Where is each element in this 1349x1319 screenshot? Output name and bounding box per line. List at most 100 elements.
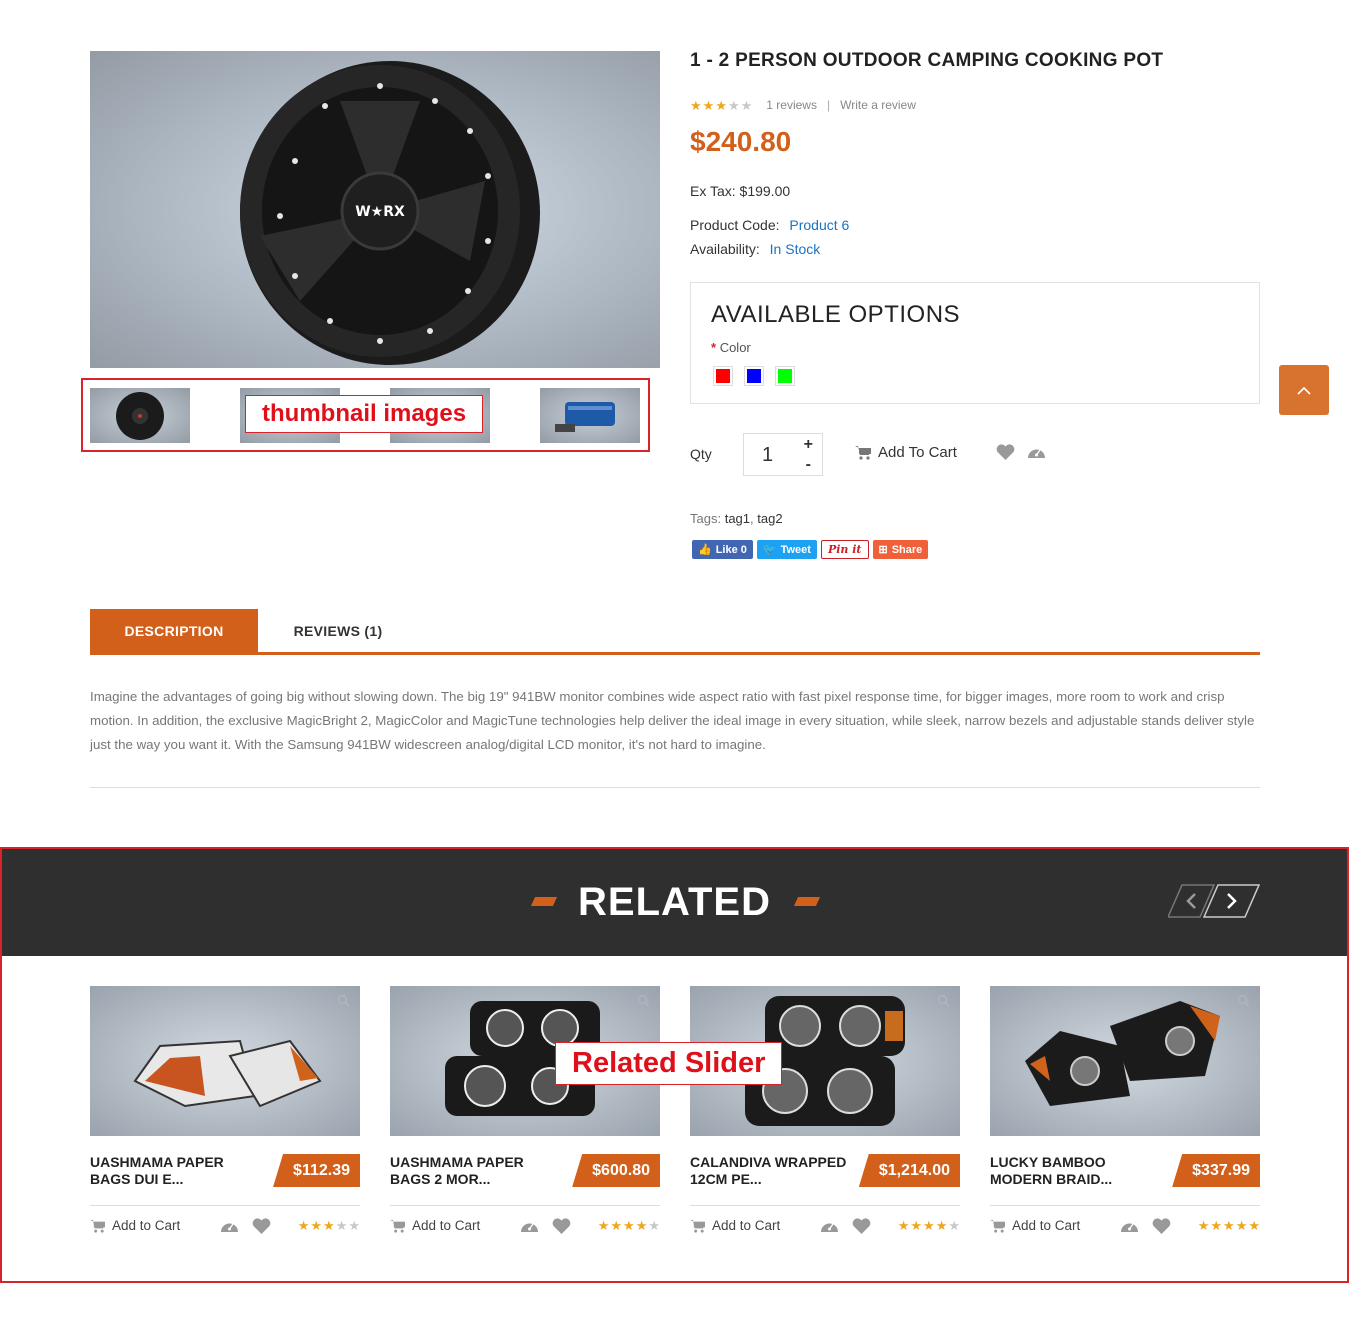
wheel-logo: W★RX bbox=[355, 204, 405, 220]
availability-value: In Stock bbox=[769, 241, 821, 257]
card-divider bbox=[390, 1205, 660, 1206]
wishlist-heart-icon[interactable] bbox=[252, 1218, 271, 1240]
chevron-up-icon bbox=[1297, 386, 1311, 395]
pinterest-pin-label: Pin it bbox=[827, 543, 862, 556]
related-product-image[interactable] bbox=[90, 986, 360, 1136]
product-rating-row: ★ ★ ★ ★ ★ 1 reviews | Write a review bbox=[690, 98, 916, 112]
related-rating-stars: ★ ★ ★ ★ ★ bbox=[898, 1219, 960, 1232]
availability-label: Availability: bbox=[690, 241, 760, 257]
tab-reviews[interactable]: REVIEWS (1) bbox=[258, 609, 418, 652]
qty-label: Qty bbox=[690, 446, 712, 462]
compare-gauge-icon[interactable] bbox=[820, 1218, 839, 1240]
related-price-badge: $112.39 bbox=[273, 1154, 360, 1187]
wishlist-heart-icon[interactable] bbox=[552, 1218, 571, 1240]
product-name-line-1: LUCKY BAMBOO bbox=[990, 1154, 1106, 1170]
quantity-stepper[interactable]: 1 + - bbox=[743, 433, 823, 476]
related-product-name[interactable]: UASHMAMA PAPER BAGS DUI E... bbox=[90, 1154, 260, 1188]
main-product-image[interactable]: W★RX bbox=[90, 51, 660, 368]
twitter-bird-icon: 🐦 bbox=[762, 544, 777, 556]
magnifier-icon[interactable] bbox=[337, 994, 350, 1012]
related-add-to-cart-button[interactable]: Add to Cart bbox=[990, 1218, 1080, 1233]
add-to-cart-button[interactable]: Add To Cart bbox=[855, 444, 957, 461]
scroll-to-top-button[interactable] bbox=[1279, 365, 1329, 415]
compare-gauge-icon[interactable] bbox=[1027, 444, 1046, 466]
tags-label: Tags: bbox=[690, 511, 722, 526]
star-icon: ★ bbox=[635, 1218, 648, 1233]
reviews-count-link[interactable]: 1 reviews bbox=[766, 98, 817, 112]
tab-description[interactable]: DESCRIPTION bbox=[90, 609, 258, 652]
compare-gauge-icon[interactable] bbox=[520, 1218, 539, 1240]
compare-gauge-icon[interactable] bbox=[1120, 1218, 1139, 1240]
facebook-like-button[interactable]: 👍 Like 0 bbox=[692, 540, 753, 559]
related-annotation-label: Related Slider bbox=[555, 1042, 783, 1085]
wishlist-heart-icon[interactable] bbox=[1152, 1218, 1171, 1240]
related-product-name[interactable]: LUCKY BAMBOO MODERN BRAID... bbox=[990, 1154, 1160, 1188]
magnifier-icon[interactable] bbox=[1237, 994, 1250, 1012]
star-icon: ★ bbox=[597, 1218, 610, 1233]
rating-separator: | bbox=[826, 98, 831, 112]
related-add-to-cart-button[interactable]: Add to Cart bbox=[690, 1218, 780, 1233]
related-product-name[interactable]: CALANDIVA WRAPPED 12CM PE... bbox=[690, 1154, 860, 1188]
available-options-panel: AVAILABLE OPTIONS * Color bbox=[690, 282, 1260, 404]
wishlist-heart-icon[interactable] bbox=[996, 444, 1015, 466]
add-to-cart-label: Add to Cart bbox=[412, 1218, 481, 1233]
compare-gauge-icon[interactable] bbox=[220, 1218, 239, 1240]
star-icon: ★ bbox=[348, 1218, 360, 1233]
magnifier-icon[interactable] bbox=[637, 994, 650, 1012]
wishlist-heart-icon[interactable] bbox=[852, 1218, 871, 1240]
star-icon: ★ bbox=[702, 97, 715, 113]
related-rating-stars: ★ ★ ★ ★ ★ bbox=[598, 1219, 660, 1232]
star-icon: ★ bbox=[1235, 1218, 1248, 1233]
color-swatch-blue[interactable] bbox=[744, 366, 764, 386]
tag-separator: , bbox=[750, 511, 754, 526]
star-icon: ★ bbox=[897, 1218, 910, 1233]
product-tabs: DESCRIPTION REVIEWS (1) bbox=[90, 609, 1260, 655]
color-label-text: Color bbox=[719, 340, 751, 355]
qty-decrease-button[interactable]: - bbox=[806, 456, 811, 474]
product-code-value[interactable]: Product 6 bbox=[789, 217, 849, 233]
share-button[interactable]: ⊞ Share bbox=[872, 540, 929, 559]
card-divider bbox=[90, 1205, 360, 1206]
cart-icon bbox=[90, 1219, 105, 1233]
star-icon: ★ bbox=[727, 97, 740, 113]
related-add-to-cart-button[interactable]: Add to Cart bbox=[90, 1218, 180, 1233]
star-icon: ★ bbox=[948, 1218, 960, 1233]
color-swatch-red[interactable] bbox=[713, 366, 733, 386]
tag-link-1[interactable]: tag1 bbox=[725, 511, 750, 526]
related-product-name[interactable]: UASHMAMA PAPER BAGS 2 MOR... bbox=[390, 1154, 560, 1188]
product-name-line-2: BAGS DUI E... bbox=[90, 1171, 184, 1187]
write-review-link[interactable]: Write a review bbox=[840, 98, 916, 112]
add-to-cart-label: Add to Cart bbox=[712, 1218, 781, 1233]
color-option-label: * Color bbox=[711, 340, 751, 355]
availability-row: Availability: In Stock bbox=[690, 241, 820, 257]
product-name-line-1: UASHMAMA PAPER bbox=[390, 1154, 524, 1170]
product-name-line-1: CALANDIVA WRAPPED bbox=[690, 1154, 847, 1170]
thumbnail-annotation-label: thumbnail images bbox=[245, 395, 484, 433]
related-price-badge: $600.80 bbox=[572, 1154, 660, 1187]
product-name-line-2: MODERN BRAID... bbox=[990, 1171, 1113, 1187]
star-icon: ★ bbox=[335, 1218, 348, 1233]
qty-increase-button[interactable]: + bbox=[804, 436, 813, 454]
magnifier-icon[interactable] bbox=[937, 994, 950, 1012]
quantity-input[interactable]: 1 bbox=[762, 444, 773, 467]
twitter-tweet-button[interactable]: 🐦 Tweet bbox=[756, 540, 817, 559]
star-icon: ★ bbox=[1248, 1218, 1260, 1233]
facebook-like-label: Like 0 bbox=[715, 543, 747, 556]
pinterest-pin-button[interactable]: Pin it bbox=[820, 540, 869, 559]
related-product-image[interactable] bbox=[990, 986, 1260, 1136]
add-to-cart-label: Add to Cart bbox=[112, 1218, 181, 1233]
related-rating-stars: ★ ★ ★ ★ ★ bbox=[298, 1219, 360, 1232]
tag-link-2[interactable]: tag2 bbox=[757, 511, 782, 526]
plus-box-icon: ⊞ bbox=[878, 544, 888, 556]
related-product-card: UASHMAMA PAPER BAGS DUI E... $112.39 Add to… bbox=[90, 986, 360, 1234]
cart-icon bbox=[390, 1219, 405, 1233]
related-add-to-cart-button[interactable]: Add to Cart bbox=[390, 1218, 480, 1233]
add-to-cart-label: Add to Cart bbox=[1012, 1218, 1081, 1233]
related-price-badge: $1,214.00 bbox=[858, 1154, 960, 1187]
product-rating-stars: ★ ★ ★ ★ ★ bbox=[690, 99, 752, 112]
product-name-line-2: 12CM PE... bbox=[690, 1171, 762, 1187]
description-text: Imagine the advantages of going big with… bbox=[90, 689, 1255, 752]
star-icon: ★ bbox=[1223, 1218, 1235, 1233]
card-divider bbox=[690, 1205, 960, 1206]
color-swatch-green[interactable] bbox=[775, 366, 795, 386]
